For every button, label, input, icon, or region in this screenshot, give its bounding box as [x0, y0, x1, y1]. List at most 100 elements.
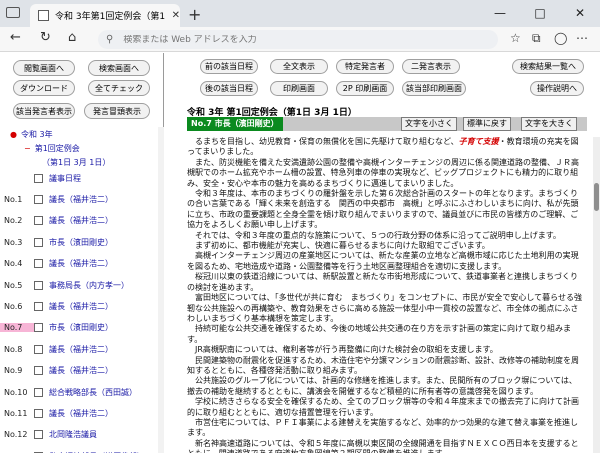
- back-icon[interactable]: ←: [10, 30, 21, 45]
- tab-title: 令和 3年第1回定例会（第1日 3月: [55, 12, 166, 22]
- check-all-button[interactable]: 全てチェック: [88, 80, 150, 96]
- browser-titlebar: 令和 3年第1回定例会（第1日 3月 ✕ + — □ ✕: [0, 0, 600, 27]
- speaker-link[interactable]: 市長（濱田剛史）: [49, 322, 113, 333]
- speech-checkbox[interactable]: [34, 366, 43, 376]
- font-reset-button[interactable]: 標準に戻す: [463, 117, 511, 131]
- paragraph: 富田地区については、「多世代が共に育む まちづくり」をコンセプトに、市民が安全で…: [187, 293, 582, 323]
- search-results-button[interactable]: 検索結果一覧へ: [512, 59, 584, 74]
- tree-speaker-item[interactable]: No.12 北岡隆浩議員: [0, 428, 97, 442]
- speech-checkbox[interactable]: [34, 173, 43, 183]
- paragraph: 新名神高速道路については、令和５年度に高槻以東区間の全線開通を目指すＮＥＸＣＯ西…: [187, 438, 579, 453]
- new-tab-button[interactable]: +: [188, 5, 201, 24]
- speech-checkbox[interactable]: [34, 280, 43, 290]
- paragraph: るまちを目指し、幼児教育・保育の無償化を国に先駆けて取り組むなど、子育て支援・教…: [187, 137, 579, 157]
- tree-session[interactable]: ● 令和 3年: [0, 127, 53, 141]
- two-page-print-button[interactable]: 2P 印刷画面: [336, 81, 394, 96]
- paragraph: 高槻インターチェンジ周辺の産業地区については、新たな産業の立地など高槻市域に応じ…: [187, 251, 579, 271]
- tree-speaker-item[interactable]: No.5 事務局長（内方孝一）: [0, 278, 129, 292]
- font-larger-button[interactable]: 文字を大きく: [521, 117, 577, 131]
- speech-checkbox[interactable]: [34, 237, 43, 247]
- right-pane: 前の該当日程 全文表示 特定発言者 二発言表示 検索結果一覧へ 後の該当日程 印…: [165, 53, 600, 453]
- search-screen-button[interactable]: 検索画面へ: [88, 60, 150, 76]
- favorites-icon[interactable]: ☆: [510, 31, 521, 45]
- speech-checkbox[interactable]: [34, 301, 43, 311]
- print-screen-button[interactable]: 印刷画面: [270, 81, 328, 96]
- speaker-link[interactable]: 議長（福井浩二）: [49, 258, 113, 269]
- tree-speaker-item[interactable]: No.10 総合戦略部長（西田誠）: [0, 385, 137, 399]
- tree-day[interactable]: （第1日 3月 1日）: [0, 155, 110, 169]
- profile-icon[interactable]: ◯: [554, 31, 567, 45]
- speech-number: No.5: [4, 280, 23, 290]
- tree-speaker-item[interactable]: No.11 議長（福井浩二）: [0, 406, 113, 420]
- speaker-link[interactable]: 市長（濱田剛史）: [49, 237, 113, 248]
- address-input[interactable]: [123, 34, 424, 45]
- tree-speaker-item[interactable]: No.13健康福祉部長（楢原俊郎）: [0, 449, 145, 453]
- two-speech-button[interactable]: 二発言表示: [402, 59, 460, 74]
- next-schedule-button[interactable]: 後の該当日程: [200, 81, 258, 96]
- minimize-button[interactable]: —: [480, 0, 520, 27]
- speech-checkbox[interactable]: [34, 216, 43, 226]
- speaker-link[interactable]: 北岡隆浩議員: [49, 429, 97, 440]
- operation-guide-button[interactable]: 操作説明へ: [530, 81, 584, 96]
- tree-speaker-item[interactable]: 議事日程: [0, 171, 81, 185]
- prev-schedule-button[interactable]: 前の該当日程: [200, 59, 258, 74]
- browser-tab[interactable]: 令和 3年第1回定例会（第1日 3月 ✕: [30, 4, 180, 27]
- speech-checkbox[interactable]: [34, 408, 43, 418]
- tab-actions-icon[interactable]: [6, 7, 20, 18]
- maximize-button[interactable]: □: [520, 0, 560, 27]
- tree-speaker-item[interactable]: No.4 議長（福井浩二）: [0, 257, 113, 271]
- collections-icon[interactable]: ⧉: [532, 31, 541, 46]
- window-controls: — □ ✕: [480, 0, 600, 27]
- speaker-link[interactable]: 議長（福井浩二）: [49, 215, 113, 226]
- paragraph: 学校に続きさらなる安全を確保するため、全てのブロック塀等の令和４年度末までの撤去…: [187, 397, 579, 417]
- speech-checkbox[interactable]: [34, 323, 43, 333]
- tree-speaker-item[interactable]: No.2 議長（福井浩二）: [0, 214, 113, 228]
- speaker-link[interactable]: 議長（福井浩二）: [49, 301, 113, 312]
- tree-speaker-item[interactable]: No.7 市長（濱田剛史）: [0, 321, 113, 335]
- paragraph: JR高槻駅南については、権利者等が行う再整備に向けた検討会の取組を支援します。: [195, 345, 498, 355]
- close-window-button[interactable]: ✕: [560, 0, 600, 27]
- section-print-button[interactable]: 該当部印刷画面: [402, 81, 466, 96]
- font-smaller-button[interactable]: 文字を小さく: [401, 117, 457, 131]
- speech-checkbox[interactable]: [34, 387, 43, 397]
- full-text-button[interactable]: 全文表示: [270, 59, 328, 74]
- tree-speaker-item[interactable]: No.9 議長（福井浩二）: [0, 364, 113, 378]
- browser-toolbar: ← ↻ ⌂ ⚲ ☆ ⧉ ◯ ⋯: [0, 27, 600, 52]
- show-speakers-button[interactable]: 該当発言者表示: [13, 103, 75, 119]
- tree-speaker-item[interactable]: No.3 市長（濱田剛史）: [0, 235, 113, 249]
- view-screen-button[interactable]: 閲覧画面へ: [13, 60, 75, 76]
- home-icon[interactable]: ⌂: [68, 30, 76, 45]
- paragraph: また、防災機能を備えた安満遺跡公園の整備や高槻インターチェンジの周辺に係る関連道…: [187, 157, 579, 188]
- content-scrollbar[interactable]: [593, 137, 600, 453]
- left-scrollbar[interactable]: [158, 127, 164, 453]
- speech-checkbox[interactable]: [34, 344, 43, 354]
- speaker-link[interactable]: 議長（福井浩二）: [49, 365, 113, 376]
- tab-close-icon[interactable]: ✕: [172, 10, 180, 21]
- download-button[interactable]: ダウンロード: [13, 80, 75, 96]
- speech-number: No.3: [4, 237, 23, 247]
- speaker-link[interactable]: 議長（福井浩二）: [49, 408, 113, 419]
- show-opening-button[interactable]: 発言冒頭表示: [84, 103, 150, 119]
- tree-speaker-item[interactable]: No.8 議長（福井浩二）: [0, 342, 113, 356]
- tree-speaker-item[interactable]: No.1 議長（福井浩二）: [0, 192, 113, 206]
- expand-bullet-icon: −: [24, 143, 31, 153]
- speaker-link[interactable]: 議長（福井浩二）: [49, 344, 113, 355]
- speaker-link[interactable]: 総合戦略部長（西田誠）: [49, 387, 137, 398]
- refresh-icon[interactable]: ↻: [40, 30, 51, 45]
- expand-bullet-icon: ●: [10, 129, 17, 139]
- tree-speaker-item[interactable]: No.6 議長（福井浩二）: [0, 299, 113, 313]
- paragraph: 持続可能な公共交通を確保するため、今後の地域公共交通の在り方を示す計画の策定に向…: [187, 324, 571, 344]
- paragraph: 公共施設のグループ化については、計画的な修繕を推進します。また、民間所有のブロッ…: [187, 376, 577, 396]
- speaker-link[interactable]: 事務局長（内方孝一）: [49, 280, 129, 291]
- specific-speaker-button[interactable]: 特定発言者: [336, 59, 394, 74]
- speech-checkbox[interactable]: [34, 259, 43, 269]
- more-menu-icon[interactable]: ⋯: [576, 31, 588, 45]
- speaker-link[interactable]: 議事日程: [49, 173, 81, 184]
- address-bar[interactable]: ⚲: [98, 30, 498, 49]
- speech-checkbox[interactable]: [34, 194, 43, 204]
- speaker-link[interactable]: 議長（福井浩二）: [49, 194, 113, 205]
- scrollbar-thumb[interactable]: [594, 183, 599, 211]
- speech-checkbox[interactable]: [34, 430, 43, 440]
- paragraph: 令和３年度は、本市のまちづくりの羅針盤を示した第６次総合計画のスタートの年となり…: [187, 189, 579, 230]
- tree-meeting[interactable]: − 第1回定例会: [0, 141, 80, 155]
